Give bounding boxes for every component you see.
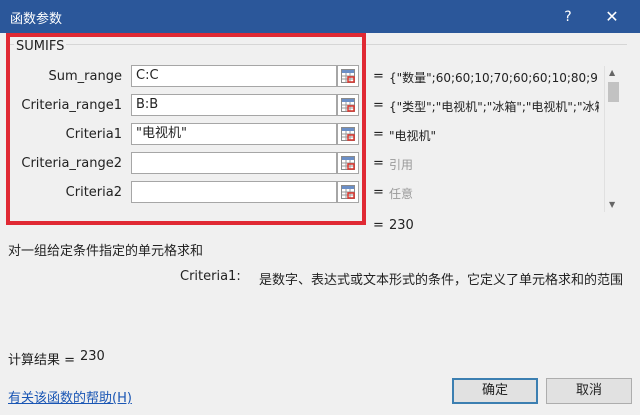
arg-help-text: 是数字、表达式或文本形式的条件，它定义了单元格求和的范围 bbox=[259, 273, 624, 288]
function-name: SUMIFS bbox=[14, 39, 67, 54]
arg-label-criteria2: Criteria2 bbox=[65, 185, 122, 200]
criteria1-input[interactable]: "电视机" bbox=[131, 123, 337, 145]
sum-range-result: {"数量";60;60;10;70;60;60;10;80;9... bbox=[389, 71, 599, 85]
dialog-titlebar: 函数参数 ? ✕ bbox=[0, 0, 640, 33]
criteria1-ref-button[interactable] bbox=[337, 123, 359, 145]
arg-label-sum-range: Sum_range bbox=[48, 69, 122, 84]
sum-range-ref-button[interactable] bbox=[337, 65, 359, 87]
arg-eq: = bbox=[373, 69, 384, 84]
criteria2-ref-button[interactable] bbox=[337, 181, 359, 203]
calc-result-value: 230 bbox=[80, 349, 105, 364]
arg-eq: = bbox=[373, 185, 384, 200]
range-select-icon bbox=[341, 156, 355, 170]
dialog-title: 函数参数 bbox=[10, 12, 63, 27]
function-description: 对一组给定条件指定的单元格求和 bbox=[8, 244, 204, 259]
scroll-down-icon[interactable]: ▼ bbox=[609, 200, 615, 209]
criteria-range2-input[interactable] bbox=[131, 152, 337, 174]
arg-eq: = bbox=[373, 98, 384, 113]
criteria-range1-result: {"类型";"电视机";"冰箱";"电视机";"冰箱 bbox=[389, 100, 599, 114]
range-select-icon bbox=[341, 127, 355, 141]
criteria-range1-input[interactable]: B:B bbox=[131, 94, 337, 116]
range-select-icon bbox=[341, 185, 355, 199]
criteria2-input[interactable] bbox=[131, 181, 337, 203]
arg-label-criteria1: Criteria1 bbox=[65, 127, 122, 142]
ok-button[interactable]: 确定 bbox=[452, 378, 538, 404]
arg-eq: = bbox=[373, 156, 384, 171]
formula-total-value: 230 bbox=[389, 218, 414, 233]
criteria-range1-ref-button[interactable] bbox=[337, 94, 359, 116]
function-help-link[interactable]: 有关该函数的帮助(H) bbox=[8, 387, 132, 406]
criteria-range2-ref-button[interactable] bbox=[337, 152, 359, 174]
calc-result-label: 计算结果 = bbox=[8, 353, 76, 368]
arg-help-name: Criteria1: bbox=[180, 269, 241, 284]
scroll-thumb[interactable] bbox=[608, 82, 619, 102]
scroll-up-icon[interactable]: ▲ bbox=[609, 68, 615, 77]
arguments-scrollbar[interactable]: ▲ ▼ bbox=[604, 66, 622, 212]
arg-label-criteria-range2: Criteria_range2 bbox=[21, 156, 122, 171]
arg-label-criteria-range1: Criteria_range1 bbox=[21, 98, 122, 113]
formula-total-eq: = bbox=[373, 218, 384, 233]
arg-eq: = bbox=[373, 127, 384, 142]
criteria1-result: "电视机" bbox=[389, 129, 437, 143]
range-select-icon bbox=[341, 98, 355, 112]
help-button[interactable]: ? bbox=[556, 5, 580, 29]
criteria-range2-result: 引用 bbox=[389, 158, 414, 172]
cancel-button[interactable]: 取消 bbox=[546, 378, 632, 404]
sum-range-input[interactable]: C:C bbox=[131, 65, 337, 87]
close-button[interactable]: ✕ bbox=[597, 5, 627, 29]
criteria2-result: 任意 bbox=[389, 187, 414, 201]
range-select-icon bbox=[341, 69, 355, 83]
